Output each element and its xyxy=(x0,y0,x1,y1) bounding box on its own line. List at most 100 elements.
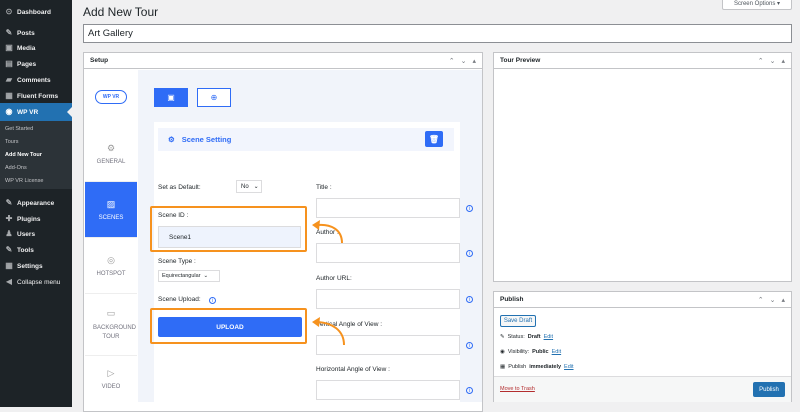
comments-icon: ▰ xyxy=(5,75,13,84)
menu-plugins[interactable]: ✚ Plugins xyxy=(0,211,72,227)
publish-box: Publish ⌃ ⌄ ▴ Save Draft ✎ Status: Draft Edit… xyxy=(493,291,792,402)
tab-background-tour[interactable]: ▭ BACKGROUND TOUR xyxy=(85,294,137,356)
background-icon: ▭ xyxy=(106,307,116,318)
move-down-icon[interactable]: ⌄ xyxy=(461,57,467,65)
submenu-license[interactable]: WP VR License xyxy=(5,178,43,184)
move-to-trash-link[interactable]: Move to Trash xyxy=(500,386,535,392)
move-up-icon[interactable]: ⌃ xyxy=(758,296,764,304)
setup-header: Setup ⌃ ⌄ ▴ xyxy=(84,53,482,69)
pin-icon: ✎ xyxy=(5,28,13,37)
publish-actions: Move to Trash Publish xyxy=(494,376,791,402)
move-up-icon[interactable]: ⌃ xyxy=(449,57,455,65)
forms-icon: ▦ xyxy=(5,91,13,100)
active-menu-arrow xyxy=(67,107,72,117)
scene-image-button[interactable]: ▣ xyxy=(154,88,188,107)
menu-wp-vr[interactable]: ◉ WP VR xyxy=(0,103,72,121)
media-icon: ▣ xyxy=(5,43,13,52)
wpvr-logo: WP VR xyxy=(95,90,127,104)
tour-preview-box: Tour Preview ⌃ ⌄ ▴ xyxy=(493,52,792,282)
gear-icon: ⚙ xyxy=(168,135,175,144)
save-draft-button[interactable]: Save Draft xyxy=(500,315,536,327)
plugins-icon: ✚ xyxy=(5,214,13,223)
move-down-icon[interactable]: ⌄ xyxy=(770,57,776,65)
scene-upload-label: Scene Upload: xyxy=(158,296,201,303)
menu-users[interactable]: ♟ Users xyxy=(0,226,72,242)
publish-header: Publish ⌃ ⌄ ▴ xyxy=(494,292,791,308)
dashboard-icon: ⊙ xyxy=(5,7,13,16)
tour-preview-header: Tour Preview ⌃ ⌄ ▴ xyxy=(494,53,791,69)
calendar-icon: ▦ xyxy=(500,364,506,370)
info-icon: i xyxy=(209,297,216,304)
settings-icon: ▦ xyxy=(5,261,13,270)
menu-tools[interactable]: ✎ Tools xyxy=(0,242,72,258)
move-up-icon[interactable]: ⌃ xyxy=(758,57,764,65)
image-icon: ▨ xyxy=(106,198,116,209)
pin-icon: ✎ xyxy=(500,334,505,340)
add-scene-button[interactable]: ⊕ xyxy=(197,88,231,107)
admin-sidebar: ⊙ Dashboard ✎ Posts ▣ Media ▤ Pages ▰ Comment… xyxy=(0,0,72,407)
publish-button[interactable]: Publish xyxy=(753,382,785,397)
users-icon: ♟ xyxy=(5,229,13,238)
schedule-row: ▦ Publish immediately Edit xyxy=(500,364,574,370)
tour-title-input[interactable]: Art Gallery xyxy=(83,24,792,43)
menu-posts[interactable]: ✎ Posts xyxy=(0,25,72,41)
wpvr-icon: ◉ xyxy=(5,107,13,116)
edit-schedule-link[interactable]: Edit xyxy=(564,364,573,370)
chevron-down-icon: ⌄ xyxy=(253,184,259,190)
arrow-curve-bottom xyxy=(317,321,345,346)
set-default-select[interactable]: No ⌄ xyxy=(236,180,262,193)
horizontal-angle-label: Horizontal Angle of View : xyxy=(316,366,390,373)
highlight-upload xyxy=(150,308,307,344)
info-icon: i xyxy=(466,205,473,212)
tab-general[interactable]: ⚙ GENERAL xyxy=(85,126,137,182)
visibility-row: ◉ Visibility: Public Edit xyxy=(500,349,562,355)
set-default-label: Set as Default: xyxy=(158,184,201,191)
appearance-icon: ✎ xyxy=(5,198,13,207)
menu-pages[interactable]: ▤ Pages xyxy=(0,56,72,72)
menu-media[interactable]: ▣ Media xyxy=(0,40,72,56)
toggle-icon[interactable]: ▴ xyxy=(472,57,476,65)
tab-video[interactable]: ▷ VIDEO xyxy=(85,356,137,402)
menu-appearance[interactable]: ✎ Appearance xyxy=(0,195,72,211)
horizontal-angle-input[interactable] xyxy=(316,380,460,400)
annotation-arrows xyxy=(312,220,345,346)
chevron-down-icon: ⌄ xyxy=(203,273,209,279)
move-down-icon[interactable]: ⌄ xyxy=(770,296,776,304)
menu-dashboard[interactable]: ⊙ Dashboard xyxy=(0,4,72,20)
menu-collapse[interactable]: ◀ Collapse menu xyxy=(0,274,72,290)
scene-type-label: Scene Type : xyxy=(158,258,196,265)
tab-hotspot[interactable]: ◎ HOTSPOT xyxy=(85,238,137,294)
info-icon: i xyxy=(466,296,473,303)
hotspot-icon: ◎ xyxy=(107,254,115,265)
pages-icon: ▤ xyxy=(5,59,13,68)
page-title: Add New Tour xyxy=(83,5,159,19)
eye-icon: ◉ xyxy=(500,349,505,355)
scene-type-select[interactable]: Equirectangular ⌄ xyxy=(158,270,220,282)
menu-fluent-forms[interactable]: ▦ Fluent Forms xyxy=(0,88,72,104)
tools-icon: ✎ xyxy=(5,245,13,254)
submenu-get-started[interactable]: Get Started xyxy=(5,126,33,132)
highlight-scene-id xyxy=(150,206,307,252)
submenu-add-new-tour[interactable]: Add New Tour xyxy=(5,152,42,158)
submenu-add-ons[interactable]: Add-Ons xyxy=(5,165,27,171)
info-icon: i xyxy=(466,342,473,349)
collapse-icon: ◀ xyxy=(5,277,13,286)
screen-options-button[interactable]: Screen Options ▾ xyxy=(722,0,792,10)
menu-settings[interactable]: ▦ Settings xyxy=(0,258,72,274)
toggle-icon[interactable]: ▴ xyxy=(781,296,785,304)
info-icon: i xyxy=(466,387,473,394)
tab-scenes[interactable]: ▨ SCENES xyxy=(85,182,137,238)
wpvr-submenu: Get Started Tours Add New Tour Add-Ons W… xyxy=(0,121,72,189)
status-row: ✎ Status: Draft Edit xyxy=(500,334,554,340)
edit-status-link[interactable]: Edit xyxy=(544,334,553,340)
edit-visibility-link[interactable]: Edit xyxy=(552,349,561,355)
arrowhead-bottom xyxy=(312,317,320,327)
toggle-icon[interactable]: ▴ xyxy=(781,57,785,65)
menu-comments[interactable]: ▰ Comments xyxy=(0,72,72,88)
plus-circle-icon: ⊕ xyxy=(210,93,218,102)
arrowhead-top xyxy=(312,220,320,230)
gear-icon: ⚙ xyxy=(106,142,116,153)
scene-setting-header: ⚙ Scene Setting 🗑 xyxy=(158,128,454,151)
submenu-tours[interactable]: Tours xyxy=(5,139,18,145)
trash-icon[interactable]: 🗑 xyxy=(425,131,443,147)
